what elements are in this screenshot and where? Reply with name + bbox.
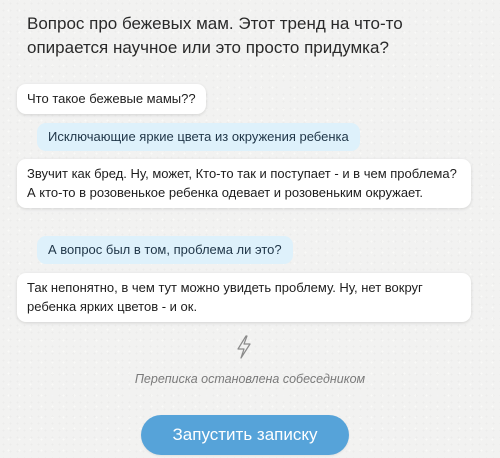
conversation-stopped-notice: Переписка остановлена собеседником xyxy=(134,372,366,386)
message-bubble-user: Исключающие яркие цвета из окружения реб… xyxy=(37,123,360,151)
question-text: Вопрос про бежевых мам. Этот тренд на чт… xyxy=(27,14,403,57)
lightning-icon xyxy=(237,335,251,359)
message-bubble-interlocutor: Что такое бежевые мамы?? xyxy=(17,84,206,114)
message-bubble-user: А вопрос был в том, проблема ли это? xyxy=(37,236,293,264)
message-bubble-interlocutor: Так непонятно, в чем тут можно увидеть п… xyxy=(17,273,471,322)
message-bubble-interlocutor: Звучит как бред. Ну, может, Кто-то так и… xyxy=(17,159,471,208)
start-note-button[interactable]: Запустить записку xyxy=(141,415,349,455)
